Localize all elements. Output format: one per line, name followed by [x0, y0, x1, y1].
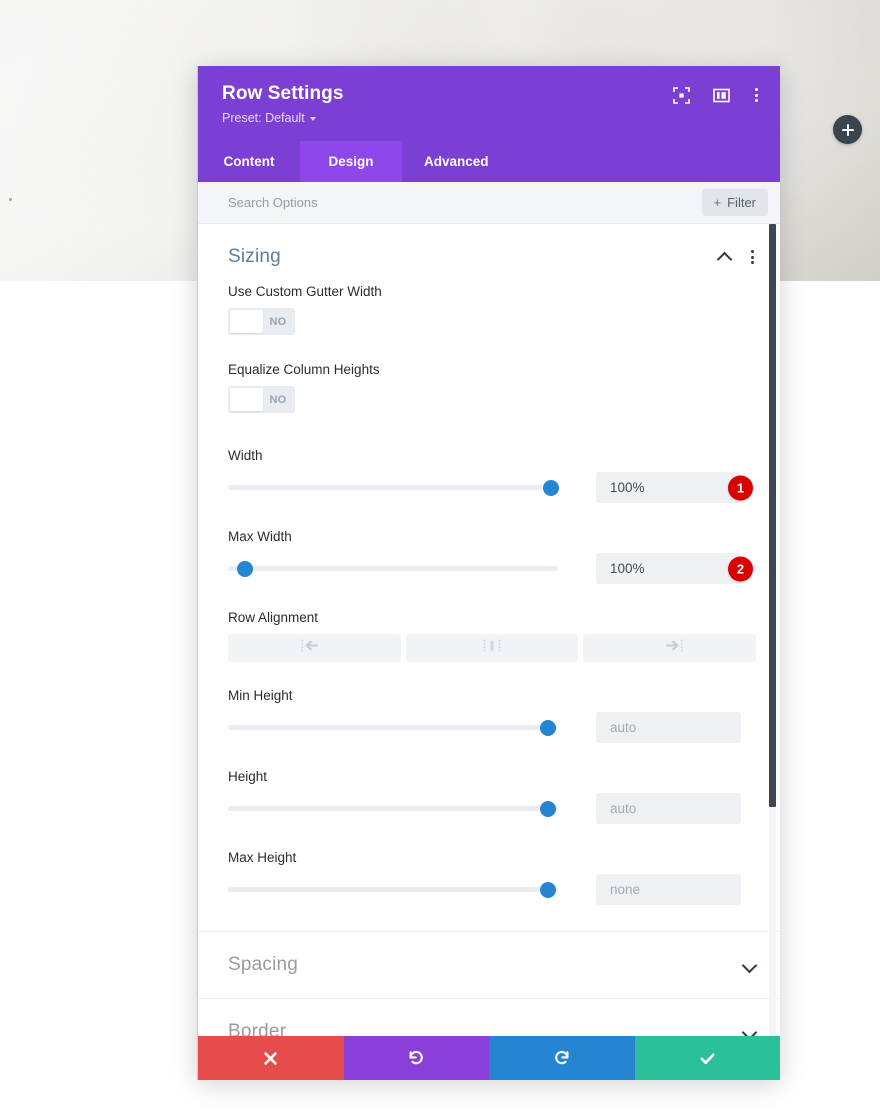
- annotation-badge-2: 2: [728, 556, 753, 581]
- filter-button[interactable]: + Filter: [701, 189, 768, 216]
- kebab-menu-icon[interactable]: [749, 248, 756, 266]
- toggle-knob: [230, 388, 263, 411]
- checkmark-icon: [698, 1049, 717, 1068]
- slider-min-height[interactable]: [228, 715, 558, 741]
- value-max-width[interactable]: 100% 2: [596, 553, 753, 584]
- slider-thumb[interactable]: [543, 479, 560, 496]
- redo-arrow-icon: [553, 1049, 571, 1067]
- field-label: Min Height: [228, 688, 293, 703]
- slider-thumb[interactable]: [540, 719, 557, 736]
- toggle-equalize-column-heights[interactable]: NO: [228, 386, 295, 413]
- slider-track: [228, 887, 558, 892]
- chevron-down-icon[interactable]: [743, 1026, 756, 1037]
- field-height: Height auto: [198, 769, 780, 824]
- value-text: 100%: [610, 561, 645, 576]
- chevron-down-icon[interactable]: [743, 959, 756, 972]
- align-center-button[interactable]: [405, 634, 579, 662]
- value-placeholder: auto: [610, 801, 637, 816]
- tab-bar: Content Design Advanced: [198, 141, 780, 182]
- field-label: Row Alignment: [228, 610, 319, 625]
- value-width[interactable]: 100% 1: [596, 472, 753, 503]
- value-text: 100%: [610, 480, 645, 495]
- tab-advanced[interactable]: Advanced: [402, 141, 511, 182]
- value-min-height[interactable]: auto: [596, 712, 741, 743]
- field-row-alignment: Row Alignment: [198, 610, 780, 662]
- toggle-value: NO: [269, 315, 287, 328]
- section-title-border: Border: [228, 1021, 287, 1036]
- align-left-button[interactable]: [228, 634, 401, 662]
- field-use-custom-gutter-width: Use Custom Gutter Width NO: [198, 284, 780, 338]
- tab-design[interactable]: Design: [300, 141, 402, 182]
- section-title-sizing: Sizing: [228, 246, 281, 267]
- section-header-border[interactable]: Border: [198, 999, 780, 1036]
- header-icon-group: [673, 86, 760, 104]
- row-settings-modal: Row Settings Preset: Default Content Des…: [197, 66, 780, 1080]
- chevron-down-icon: [309, 116, 316, 121]
- toggle-knob: [230, 310, 263, 333]
- settings-scroll-area[interactable]: Sizing Use Custom Gutter Width NO Equali…: [198, 224, 780, 1036]
- field-max-width: Max Width 100% 2: [198, 529, 780, 584]
- toggle-use-custom-gutter-width[interactable]: NO: [228, 308, 295, 335]
- field-label: Max Height: [228, 850, 297, 865]
- close-x-icon: [262, 1050, 279, 1067]
- slider-thumb[interactable]: [540, 800, 557, 817]
- section-title-spacing: Spacing: [228, 954, 299, 975]
- toggle-value: NO: [269, 393, 287, 406]
- field-label: Height: [228, 769, 268, 784]
- value-max-height[interactable]: none: [596, 874, 741, 905]
- undo-arrow-icon: [407, 1049, 425, 1067]
- align-right-icon: [657, 639, 683, 657]
- field-label: Max Width: [228, 529, 292, 544]
- kebab-menu-icon[interactable]: [753, 86, 760, 104]
- value-placeholder: auto: [610, 720, 637, 735]
- cancel-button[interactable]: [198, 1036, 344, 1080]
- slider-max-height[interactable]: [228, 877, 558, 903]
- align-right-button[interactable]: [583, 634, 757, 662]
- layout-columns-icon[interactable]: [713, 87, 730, 104]
- field-equalize-column-heights: Equalize Column Heights NO: [198, 362, 780, 416]
- field-label: Equalize Column Heights: [228, 362, 380, 377]
- field-min-height: Min Height auto: [198, 688, 780, 743]
- preset-label: Preset: Default: [222, 111, 305, 125]
- value-height[interactable]: auto: [596, 793, 741, 824]
- annotation-badge-1: 1: [728, 475, 753, 500]
- scrollbar-thumb[interactable]: [769, 224, 776, 807]
- slider-thumb[interactable]: [236, 560, 253, 577]
- slider-max-width[interactable]: [228, 556, 558, 582]
- redo-button[interactable]: [489, 1036, 635, 1080]
- section-header-sizing: Sizing: [198, 224, 780, 284]
- search-input[interactable]: [228, 195, 702, 210]
- field-label: Use Custom Gutter Width: [228, 284, 382, 299]
- plus-icon: +: [713, 195, 722, 210]
- section-header-spacing[interactable]: Spacing: [198, 932, 780, 999]
- slider-track: [228, 725, 558, 730]
- preset-selector[interactable]: Preset: Default: [222, 110, 316, 126]
- save-button[interactable]: [634, 1036, 780, 1080]
- slider-track: [228, 485, 558, 490]
- filter-label: Filter: [727, 195, 756, 210]
- slider-height[interactable]: [228, 796, 558, 822]
- align-center-icon: [479, 639, 505, 657]
- field-max-height: Max Height none: [198, 850, 780, 905]
- field-width: Width 100% 1: [198, 448, 780, 503]
- focus-target-icon[interactable]: [673, 86, 690, 104]
- field-label: Width: [228, 448, 263, 463]
- value-placeholder: none: [610, 882, 641, 897]
- add-section-button[interactable]: [833, 115, 862, 144]
- modal-header: Row Settings Preset: Default: [198, 66, 780, 141]
- undo-button[interactable]: [343, 1036, 489, 1080]
- chevron-up-icon[interactable]: [718, 251, 731, 264]
- slider-track: [228, 806, 558, 811]
- tab-content[interactable]: Content: [198, 141, 300, 182]
- plus-icon: [841, 123, 854, 136]
- slider-thumb[interactable]: [540, 881, 557, 898]
- background-speck: [9, 198, 12, 201]
- search-row: + Filter: [198, 182, 780, 224]
- slider-width[interactable]: [228, 475, 560, 501]
- align-left-icon: [301, 639, 327, 657]
- slider-track: [228, 566, 558, 571]
- modal-footer: [198, 1036, 780, 1080]
